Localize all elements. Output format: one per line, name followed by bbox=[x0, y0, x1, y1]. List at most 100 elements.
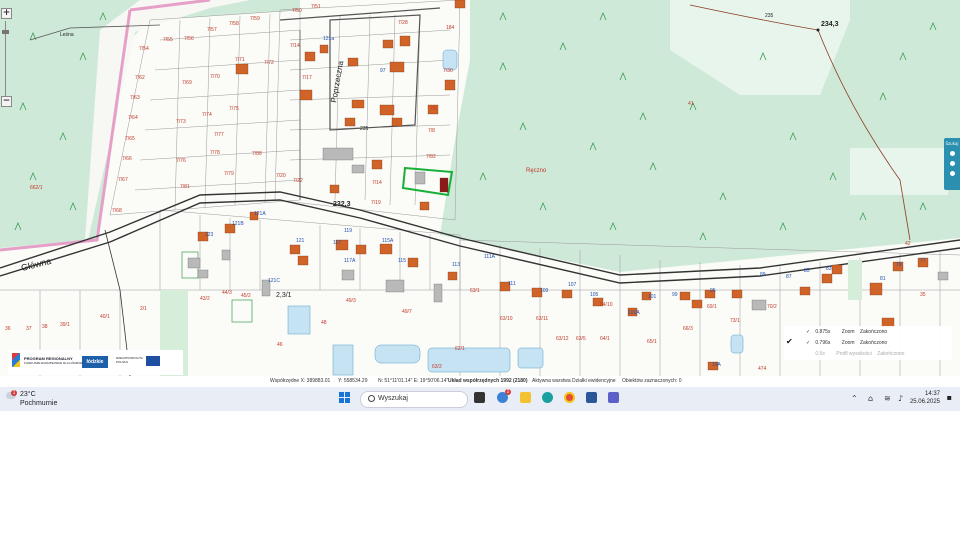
svg-text:44/3: 44/3 bbox=[222, 290, 232, 296]
funding-logos: PROGRAM REGIONALNY FUNDUSZE EUROPEJSKIE D… bbox=[8, 350, 183, 375]
svg-text:63/12: 63/12 bbox=[556, 336, 569, 342]
svg-text:43/2: 43/2 bbox=[200, 296, 210, 302]
svg-text:7/74: 7/74 bbox=[202, 112, 212, 118]
tool-icon[interactable] bbox=[949, 151, 955, 156]
svg-text:48: 48 bbox=[321, 320, 327, 326]
water-pond bbox=[730, 334, 744, 354]
water-pond bbox=[442, 49, 458, 71]
svg-text:97: 97 bbox=[380, 68, 386, 74]
svg-text:7/6: 7/6 bbox=[430, 106, 437, 112]
clock[interactable]: 14:37 25.06.2025 bbox=[910, 390, 940, 406]
svg-text:87: 87 bbox=[786, 274, 792, 280]
layer-row[interactable]: 0.5s Profil wysokości Zakończono bbox=[806, 350, 904, 358]
svg-text:7/62: 7/62 bbox=[135, 75, 145, 81]
volume-icon[interactable]: ♪ bbox=[898, 394, 903, 403]
svg-text:107: 107 bbox=[568, 282, 577, 288]
zoom-out-button[interactable]: − bbox=[1, 96, 12, 107]
eu-flag-logo bbox=[146, 356, 160, 366]
svg-text:7/50: 7/50 bbox=[292, 8, 302, 14]
svg-text:7/66: 7/66 bbox=[122, 156, 132, 162]
svg-text:109: 109 bbox=[540, 288, 549, 294]
weather-temp: 23°C bbox=[20, 391, 36, 398]
street-label-poprzeczna: Poprzeczna bbox=[329, 60, 345, 104]
svg-text:7/76: 7/76 bbox=[176, 158, 186, 164]
zoom-slider-handle[interactable] bbox=[2, 30, 9, 34]
svg-text:7/73: 7/73 bbox=[176, 119, 186, 125]
svg-text:79: 79 bbox=[896, 262, 902, 268]
svg-text:101: 101 bbox=[648, 294, 657, 300]
svg-text:111: 111 bbox=[508, 281, 516, 287]
file-explorer-icon[interactable] bbox=[520, 392, 531, 403]
svg-text:184: 184 bbox=[446, 25, 455, 31]
svg-text:105: 105 bbox=[590, 292, 599, 298]
crs-label: Układ współrzędnych 1992 (2180) bbox=[448, 378, 528, 384]
side-tool-panel[interactable]: Szukaj bbox=[944, 138, 960, 190]
svg-text:115A: 115A bbox=[382, 238, 394, 244]
svg-text:7/14: 7/14 bbox=[290, 43, 300, 49]
coords-y: Y: 558534.29 bbox=[338, 378, 368, 384]
teams-icon[interactable] bbox=[608, 392, 619, 403]
water-pond bbox=[517, 347, 544, 369]
store-icon[interactable] bbox=[586, 392, 597, 403]
svg-text:95: 95 bbox=[710, 288, 716, 294]
svg-text:113: 113 bbox=[452, 262, 460, 268]
start-button[interactable] bbox=[339, 392, 351, 404]
svg-text:121B: 121B bbox=[232, 221, 244, 227]
svg-text:49/3: 49/3 bbox=[346, 298, 356, 304]
network-icon[interactable]: ⌂ bbox=[868, 394, 873, 403]
svg-text:7/54: 7/54 bbox=[139, 46, 149, 52]
layer-row[interactable]: ✓ 0.875s Zoom Zakończono bbox=[806, 328, 887, 336]
chrome-icon[interactable] bbox=[564, 392, 575, 403]
chevron-up-icon[interactable]: ⌃ bbox=[851, 394, 858, 403]
svg-text:111A: 111A bbox=[484, 254, 496, 260]
svg-text:41: 41 bbox=[688, 101, 694, 107]
coords-x: Współrzędne X: 389883.01 bbox=[270, 378, 331, 384]
svg-text:64/10: 64/10 bbox=[600, 302, 613, 308]
search-placeholder: Wyszukaj bbox=[378, 395, 408, 402]
scale-label: 2,3/1 bbox=[276, 292, 292, 299]
svg-text:121: 121 bbox=[296, 238, 305, 244]
active-layer: Aktywna warstwa Działki ewidencyjne bbox=[532, 378, 616, 384]
svg-text:7/64: 7/64 bbox=[128, 115, 138, 121]
task-view-icon[interactable] bbox=[474, 392, 485, 403]
zoom-in-button[interactable]: + bbox=[1, 8, 12, 19]
svg-text:7/19: 7/19 bbox=[371, 200, 381, 206]
edge-icon[interactable] bbox=[542, 392, 553, 403]
svg-text:662/1: 662/1 bbox=[30, 185, 43, 191]
svg-text:7/79: 7/79 bbox=[224, 171, 234, 177]
taskbar-search[interactable]: Wyszukaj bbox=[360, 391, 468, 408]
svg-text:85: 85 bbox=[804, 268, 810, 274]
svg-text:39/1: 39/1 bbox=[60, 322, 70, 328]
svg-text:89: 89 bbox=[760, 272, 766, 278]
green-patch bbox=[848, 260, 862, 300]
svg-text:101A: 101A bbox=[628, 310, 640, 316]
program-logo bbox=[12, 353, 20, 367]
selected-count: Obiektów zaznaczonych: 0 bbox=[622, 378, 682, 384]
svg-text:66/3: 66/3 bbox=[683, 326, 693, 332]
svg-text:63/11: 63/11 bbox=[536, 316, 548, 322]
svg-text:7/70: 7/70 bbox=[210, 74, 220, 80]
svg-text:62/1: 62/1 bbox=[455, 346, 465, 352]
svg-text:117A: 117A bbox=[344, 258, 356, 264]
tool-icon[interactable] bbox=[949, 171, 955, 176]
svg-text:83: 83 bbox=[826, 266, 832, 272]
svg-text:117: 117 bbox=[333, 240, 341, 246]
svg-text:63/2: 63/2 bbox=[432, 364, 442, 370]
street-loop bbox=[329, 14, 421, 131]
svg-text:7/51: 7/51 bbox=[311, 4, 321, 10]
notifications-icon[interactable]: ▪ bbox=[947, 393, 952, 402]
svg-text:49/7: 49/7 bbox=[402, 309, 412, 315]
svg-text:7/63: 7/63 bbox=[130, 95, 140, 101]
side-panel-title: Szukaj bbox=[945, 141, 959, 146]
svg-text:7/69: 7/69 bbox=[182, 80, 192, 86]
svg-text:7/78: 7/78 bbox=[210, 150, 220, 156]
tool-icon[interactable] bbox=[949, 161, 955, 166]
app-icon[interactable]: 2 bbox=[497, 389, 511, 403]
layer-row[interactable]: ✓ 0.796s Zoom Zakończono bbox=[806, 339, 887, 347]
svg-text:7/20: 7/20 bbox=[276, 173, 286, 179]
svg-text:65/1: 65/1 bbox=[647, 339, 657, 345]
map-view[interactable]: 7/50 7/51 7/59 7/58 7/57 7/56 7/55 7/54 … bbox=[0, 0, 960, 387]
svg-text:7/82: 7/82 bbox=[426, 154, 436, 160]
wifi-icon[interactable]: ≋ bbox=[884, 394, 891, 403]
lodzkie-logo: łódzkie bbox=[82, 356, 108, 368]
